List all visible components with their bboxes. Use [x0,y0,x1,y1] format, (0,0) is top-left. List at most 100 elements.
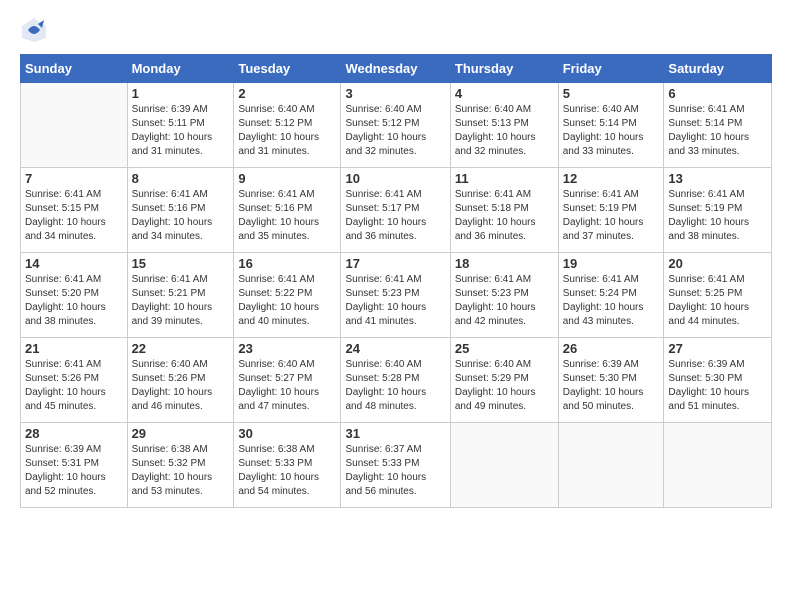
calendar-cell: 31 Sunrise: 6:37 AM Sunset: 5:33 PM Dayli… [341,423,450,508]
calendar-cell: 30 Sunrise: 6:38 AM Sunset: 5:33 PM Dayli… [234,423,341,508]
header-row: SundayMondayTuesdayWednesdayThursdayFrid… [21,55,772,83]
calendar-cell: 26 Sunrise: 6:39 AM Sunset: 5:30 PM Dayli… [558,338,664,423]
day-number: 11 [455,171,554,186]
calendar-cell: 21 Sunrise: 6:41 AM Sunset: 5:26 PM Dayli… [21,338,128,423]
cell-content: Sunrise: 6:40 AM Sunset: 5:27 PM Dayligh… [238,358,336,414]
calendar-cell: 4 Sunrise: 6:40 AM Sunset: 5:13 PM Daylig… [450,83,558,168]
calendar-cell: 1Sunrise: 6:39 AM Sunset: 5:11 PM Daylig… [127,83,234,168]
day-number: 21 [25,341,123,356]
day-number: 31 [345,426,445,441]
day-number: 27 [668,341,767,356]
week-row-0: 1Sunrise: 6:39 AM Sunset: 5:11 PM Daylig… [21,83,772,168]
day-number: 24 [345,341,445,356]
cell-content: Sunrise: 6:41 AM Sunset: 5:17 PM Dayligh… [345,188,445,244]
calendar-cell: 23 Sunrise: 6:40 AM Sunset: 5:27 PM Dayli… [234,338,341,423]
header-day-monday: Monday [127,55,234,83]
cell-content: Sunrise: 6:39 AM Sunset: 5:30 PM Dayligh… [668,358,767,414]
cell-content: Sunrise: 6:41 AM Sunset: 5:16 PM Dayligh… [132,188,230,244]
cell-content: Sunrise: 6:40 AM Sunset: 5:29 PM Dayligh… [455,358,554,414]
calendar-cell: 3 Sunrise: 6:40 AM Sunset: 5:12 PM Daylig… [341,83,450,168]
cell-content: Sunrise: 6:40 AM Sunset: 5:12 PM Dayligh… [238,103,336,159]
calendar-cell [21,83,128,168]
day-number: 9 [238,171,336,186]
day-number: 15 [132,256,230,271]
cell-content: Sunrise: 6:40 AM Sunset: 5:13 PM Dayligh… [455,103,554,159]
logo [20,16,52,44]
cell-content: Sunrise: 6:41 AM Sunset: 5:24 PM Dayligh… [563,273,660,329]
day-number: 28 [25,426,123,441]
calendar-cell: 19 Sunrise: 6:41 AM Sunset: 5:24 PM Dayli… [558,253,664,338]
day-number: 23 [238,341,336,356]
cell-content: Sunrise: 6:41 AM Sunset: 5:16 PM Dayligh… [238,188,336,244]
calendar-cell: 22 Sunrise: 6:40 AM Sunset: 5:26 PM Dayli… [127,338,234,423]
calendar-cell: 9 Sunrise: 6:41 AM Sunset: 5:16 PM Daylig… [234,168,341,253]
day-number: 22 [132,341,230,356]
calendar-cell: 8 Sunrise: 6:41 AM Sunset: 5:16 PM Daylig… [127,168,234,253]
calendar-cell: 16 Sunrise: 6:41 AM Sunset: 5:22 PM Dayli… [234,253,341,338]
cell-content: Sunrise: 6:40 AM Sunset: 5:14 PM Dayligh… [563,103,660,159]
calendar-cell: 5 Sunrise: 6:40 AM Sunset: 5:14 PM Daylig… [558,83,664,168]
calendar-cell [450,423,558,508]
day-number: 3 [345,86,445,101]
day-number: 29 [132,426,230,441]
cell-content: Sunrise: 6:38 AM Sunset: 5:32 PM Dayligh… [132,443,230,499]
header-day-thursday: Thursday [450,55,558,83]
cell-content: Sunrise: 6:41 AM Sunset: 5:23 PM Dayligh… [345,273,445,329]
header-day-friday: Friday [558,55,664,83]
day-number: 7 [25,171,123,186]
calendar-cell [664,423,772,508]
header-day-sunday: Sunday [21,55,128,83]
calendar-cell: 2Sunrise: 6:40 AM Sunset: 5:12 PM Daylig… [234,83,341,168]
calendar-cell: 6 Sunrise: 6:41 AM Sunset: 5:14 PM Daylig… [664,83,772,168]
header-day-saturday: Saturday [664,55,772,83]
logo-icon [20,16,48,44]
week-row-2: 14 Sunrise: 6:41 AM Sunset: 5:20 PM Dayli… [21,253,772,338]
calendar-cell [558,423,664,508]
cell-content: Sunrise: 6:41 AM Sunset: 5:19 PM Dayligh… [668,188,767,244]
cell-content: Sunrise: 6:41 AM Sunset: 5:26 PM Dayligh… [25,358,123,414]
cell-content: Sunrise: 6:39 AM Sunset: 5:30 PM Dayligh… [563,358,660,414]
cell-content: Sunrise: 6:41 AM Sunset: 5:14 PM Dayligh… [668,103,767,159]
cell-content: Sunrise: 6:39 AM Sunset: 5:11 PM Dayligh… [132,103,230,159]
calendar-cell: 28Sunrise: 6:39 AM Sunset: 5:31 PM Dayli… [21,423,128,508]
calendar-cell: 25 Sunrise: 6:40 AM Sunset: 5:29 PM Dayli… [450,338,558,423]
day-number: 16 [238,256,336,271]
day-number: 17 [345,256,445,271]
day-number: 10 [345,171,445,186]
calendar-cell: 14 Sunrise: 6:41 AM Sunset: 5:20 PM Dayli… [21,253,128,338]
calendar-cell: 15 Sunrise: 6:41 AM Sunset: 5:21 PM Dayli… [127,253,234,338]
day-number: 5 [563,86,660,101]
cell-content: Sunrise: 6:41 AM Sunset: 5:18 PM Dayligh… [455,188,554,244]
cell-content: Sunrise: 6:41 AM Sunset: 5:15 PM Dayligh… [25,188,123,244]
cell-content: Sunrise: 6:40 AM Sunset: 5:12 PM Dayligh… [345,103,445,159]
cell-content: Sunrise: 6:37 AM Sunset: 5:33 PM Dayligh… [345,443,445,499]
day-number: 18 [455,256,554,271]
day-number: 14 [25,256,123,271]
calendar-cell: 7 Sunrise: 6:41 AM Sunset: 5:15 PM Daylig… [21,168,128,253]
cell-content: Sunrise: 6:38 AM Sunset: 5:33 PM Dayligh… [238,443,336,499]
day-number: 30 [238,426,336,441]
cell-content: Sunrise: 6:41 AM Sunset: 5:20 PM Dayligh… [25,273,123,329]
header-day-tuesday: Tuesday [234,55,341,83]
calendar-cell: 17 Sunrise: 6:41 AM Sunset: 5:23 PM Dayli… [341,253,450,338]
cell-content: Sunrise: 6:41 AM Sunset: 5:21 PM Dayligh… [132,273,230,329]
week-row-1: 7 Sunrise: 6:41 AM Sunset: 5:15 PM Daylig… [21,168,772,253]
calendar-cell: 27 Sunrise: 6:39 AM Sunset: 5:30 PM Dayli… [664,338,772,423]
day-number: 8 [132,171,230,186]
cell-content: Sunrise: 6:40 AM Sunset: 5:28 PM Dayligh… [345,358,445,414]
calendar-cell: 24 Sunrise: 6:40 AM Sunset: 5:28 PM Dayli… [341,338,450,423]
day-number: 26 [563,341,660,356]
day-number: 12 [563,171,660,186]
cell-content: Sunrise: 6:40 AM Sunset: 5:26 PM Dayligh… [132,358,230,414]
day-number: 4 [455,86,554,101]
calendar-cell: 10 Sunrise: 6:41 AM Sunset: 5:17 PM Dayli… [341,168,450,253]
cell-content: Sunrise: 6:41 AM Sunset: 5:22 PM Dayligh… [238,273,336,329]
week-row-3: 21 Sunrise: 6:41 AM Sunset: 5:26 PM Dayli… [21,338,772,423]
cell-content: Sunrise: 6:41 AM Sunset: 5:25 PM Dayligh… [668,273,767,329]
calendar-cell: 13Sunrise: 6:41 AM Sunset: 5:19 PM Dayli… [664,168,772,253]
day-number: 19 [563,256,660,271]
day-number: 25 [455,341,554,356]
day-number: 6 [668,86,767,101]
calendar-cell: 12Sunrise: 6:41 AM Sunset: 5:19 PM Dayli… [558,168,664,253]
calendar-cell: 20Sunrise: 6:41 AM Sunset: 5:25 PM Dayli… [664,253,772,338]
